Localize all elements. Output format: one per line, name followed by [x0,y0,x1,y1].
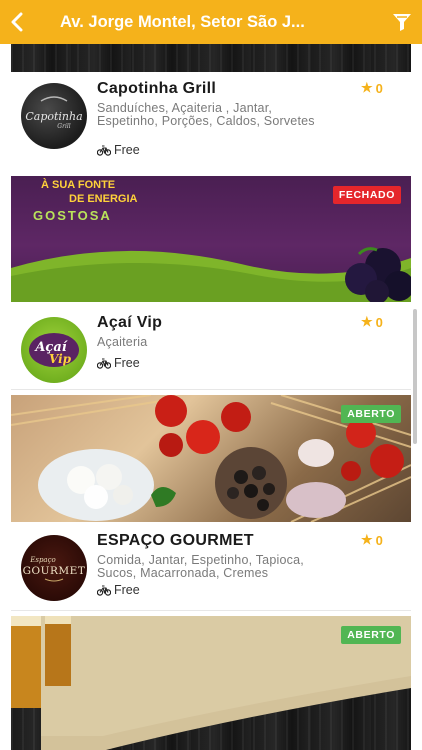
top-bar: Av. Jorge Montel, Setor São J... [0,0,422,44]
restaurant-logo: Açaí Vip [21,317,87,383]
chevron-left-icon [11,12,23,32]
back-button[interactable] [0,0,34,44]
restaurant-categories: Sanduíches, Açaiteria , Jantar, Espetinh… [97,101,315,128]
restaurant-banner[interactable]: ABERTO [11,395,411,522]
rating-value: 0 [375,80,383,96]
rating: ★ 0 [361,314,383,330]
restaurant-logo: Espaço GOURMET [21,535,87,601]
logo-text: Capotinha [25,110,82,123]
rating: ★ 0 [361,80,383,96]
divider [11,389,411,390]
address-title[interactable]: Av. Jorge Montel, Setor São J... [34,13,382,32]
banner-text: À SUA FONTE [41,178,115,191]
restaurant-name: Capotinha Grill [97,80,217,97]
funnel-filter-icon [393,14,411,31]
banner-text: DE ENERGIA [69,193,138,205]
rating-value: 0 [375,532,383,548]
logo-text: GOURMET [23,565,86,577]
delivery-info: Free [97,583,140,597]
restaurant-card[interactable]: Capotinha Grill Capotinha Grill Sanduích… [11,76,411,162]
bicycle-icon [97,145,111,156]
star-icon: ★ [361,314,373,329]
logo-subtext: Espaço [29,556,56,564]
delivery-fee: Free [114,143,140,157]
logo-subtext: Vip [49,352,72,366]
restaurant-banner[interactable]: À SUA FONTE DE ENERGIA GOSTOSA FECHADO [11,176,411,302]
bicycle-icon [97,585,111,596]
restaurant-categories: Açaiteria [97,335,148,349]
delivery-fee: Free [114,583,140,597]
delivery-fee: Free [114,356,140,370]
status-badge: ABERTO [341,405,401,423]
status-badge: ABERTO [341,626,401,644]
delivery-info: Free [97,143,140,157]
restaurant-categories: Comida, Jantar, Espetinho, Tapioca, Suco… [97,553,304,580]
filter-button[interactable] [382,0,422,44]
restaurant-banner[interactable]: ABERTO [11,616,411,750]
bicycle-icon [97,358,111,369]
restaurant-name: ESPAÇO GOURMET [97,532,254,549]
restaurant-card[interactable]: Açaí Vip Açaí Vip Açaiteria Free ★ 0 [11,310,411,396]
restaurant-feed[interactable]: Capotinha Grill Capotinha Grill Sanduích… [0,44,422,750]
scrollbar[interactable] [413,309,417,444]
banner-text: GOSTOSA [33,208,112,223]
restaurant-card[interactable]: Espaço GOURMET ESPAÇO GOURMET Comida, Ja… [11,528,411,614]
rating-value: 0 [375,314,383,330]
restaurant-logo: Capotinha Grill [21,83,87,149]
status-badge: FECHADO [332,186,401,204]
star-icon: ★ [361,532,373,547]
logo-subtext: Grill [57,123,70,130]
restaurant-name: Açaí Vip [97,314,163,331]
star-icon: ★ [361,80,373,95]
rating: ★ 0 [361,532,383,548]
delivery-info: Free [97,356,140,370]
divider [11,610,411,611]
restaurant-banner[interactable] [11,44,411,72]
